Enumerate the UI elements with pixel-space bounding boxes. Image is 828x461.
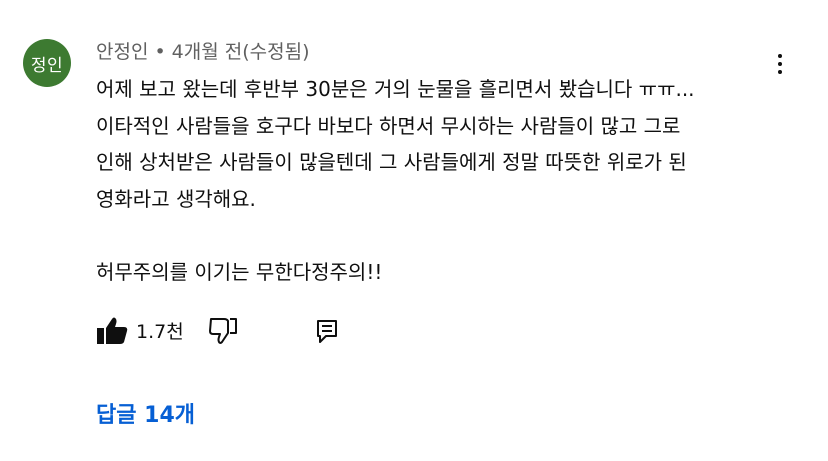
avatar[interactable]: 정인 — [23, 39, 71, 87]
comment-line: 어제 보고 왔는데 후반부 30분은 거의 눈물을 흘리면서 봤습니다 ㅠㅠ..… — [96, 77, 695, 101]
reply-button[interactable] — [313, 317, 341, 345]
comment-text: 어제 보고 왔는데 후반부 30분은 거의 눈물을 흘리면서 봤습니다 ㅠㅠ..… — [96, 71, 776, 290]
reply-comment-icon — [317, 320, 337, 343]
like-button[interactable] — [96, 316, 130, 346]
comment-line: 인해 상처받은 사람들이 많을텐데 그 사람들에게 정말 따뜻한 위로가 된 — [96, 150, 687, 174]
comment-header: 안정인 • 4개월 전(수정됨) — [96, 37, 310, 64]
like-count: 1.7천 — [136, 321, 184, 343]
thumbs-down-outline-icon — [209, 318, 237, 344]
view-replies-button[interactable]: 답글 14개 — [96, 397, 195, 429]
comment-line: 허무주의를 이기는 무한다정주의!! — [96, 259, 383, 284]
comment-actions: 1.7천 — [96, 314, 396, 348]
meta-separator: • — [154, 41, 166, 63]
thumbs-up-filled-icon — [97, 317, 128, 344]
vertical-ellipsis-icon — [778, 54, 782, 58]
comment-timestamp[interactable]: 4개월 전(수정됨) — [172, 41, 310, 63]
comment-line: 이타적인 사람들을 호구다 바보다 하면서 무시하는 사람들이 많고 그로 — [96, 113, 681, 138]
author-name[interactable]: 안정인 — [96, 41, 148, 63]
comment-line: 영화라고 생각해요. — [96, 186, 256, 211]
dislike-button[interactable] — [208, 316, 242, 346]
